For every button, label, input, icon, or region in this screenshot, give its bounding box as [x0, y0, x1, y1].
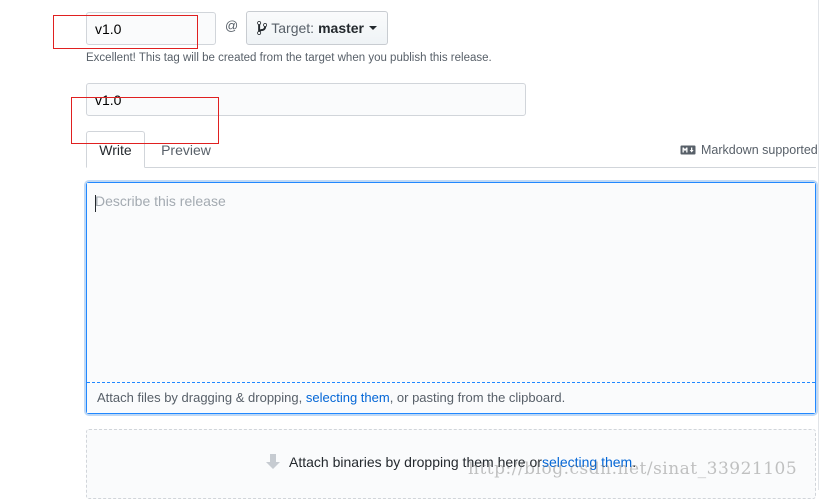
tag-name-input[interactable]	[86, 12, 216, 45]
release-title-input[interactable]	[86, 83, 526, 116]
target-branch-button[interactable]: Target: master	[246, 11, 388, 45]
markdown-supported-label: Markdown supported	[701, 143, 818, 157]
attach-files-text-end: , or pasting from the clipboard.	[389, 390, 566, 405]
watermark-text: http://blog.csdn.net/sinat_33921105	[468, 459, 798, 479]
download-arrow-icon	[266, 454, 280, 469]
text-cursor	[95, 195, 96, 212]
target-branch-name: master	[318, 20, 364, 36]
attach-files-bar[interactable]: Attach files by dragging & dropping, sel…	[87, 383, 815, 413]
tab-preview[interactable]: Preview	[150, 131, 222, 168]
tab-write[interactable]: Write	[86, 131, 145, 168]
chevron-down-icon	[369, 26, 377, 30]
attach-files-text: Attach files by dragging & dropping,	[97, 390, 306, 405]
at-symbol: @	[225, 18, 239, 33]
release-description-textarea[interactable]	[87, 183, 815, 383]
markdown-supported-link[interactable]: Markdown supported	[680, 143, 818, 157]
target-label: Target:	[271, 20, 315, 36]
page-edge-rule	[818, 0, 819, 490]
release-description-editor: Attach files by dragging & dropping, sel…	[86, 182, 816, 414]
git-branch-icon	[257, 20, 268, 35]
tag-hint-text: Excellent! This tag will be created from…	[86, 52, 492, 64]
markdown-icon	[680, 145, 696, 155]
attach-files-select-link[interactable]: selecting them	[306, 390, 390, 405]
